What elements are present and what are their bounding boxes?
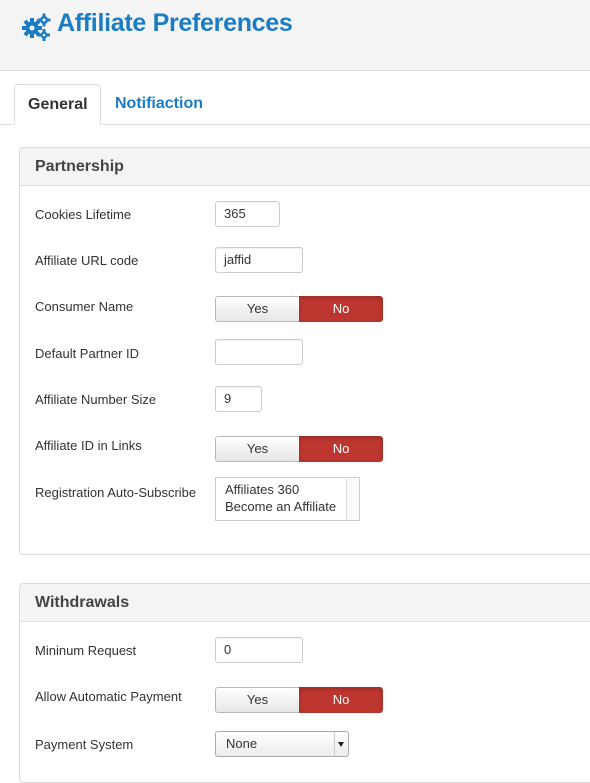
withdrawals-title: Withdrawals [20, 584, 590, 622]
withdrawals-panel: Withdrawals Mininum Request 0 Allow Auto… [19, 583, 590, 783]
registration-auto-subscribe-listbox[interactable]: Affiliates 360 Become an Affiliate [215, 477, 360, 521]
partnership-title: Partnership [20, 148, 590, 186]
minimum-request-label: Mininum Request [35, 643, 137, 658]
allow-automatic-payment-no-button[interactable]: No [299, 687, 383, 713]
registration-auto-subscribe-label: Registration Auto-Subscribe [35, 485, 197, 500]
payment-system-label: Payment System [35, 737, 134, 752]
page-header: Affiliate Preferences [0, 0, 590, 71]
default-partner-id-input[interactable] [215, 339, 303, 365]
affiliate-url-code-input[interactable]: jaffid [215, 247, 303, 273]
cookies-lifetime-label: Cookies Lifetime [35, 207, 132, 222]
allow-automatic-payment-yes-button[interactable]: Yes [215, 687, 299, 713]
affiliate-id-in-links-no-button[interactable]: No [299, 436, 383, 462]
allow-automatic-payment-toggle: Yes No [215, 687, 383, 713]
payment-system-select[interactable]: None [215, 731, 349, 757]
payment-system-value: None [226, 736, 258, 751]
affiliate-number-size-label: Affiliate Number Size [35, 392, 157, 407]
tab-general[interactable]: General [14, 84, 101, 125]
affiliate-id-in-links-toggle: Yes No [215, 436, 383, 462]
affiliate-id-in-links-yes-button[interactable]: Yes [215, 436, 299, 462]
affiliate-id-in-links-label: Affiliate ID in Links [35, 438, 142, 453]
partnership-panel: Partnership Cookies Lifetime 365 Affilia… [19, 147, 590, 555]
list-option[interactable]: Affiliates 360 [216, 481, 359, 498]
minimum-request-input[interactable]: 0 [215, 637, 303, 663]
gears-icon [22, 13, 51, 41]
page-title: Affiliate Preferences [57, 9, 293, 37]
allow-automatic-payment-label: Allow Automatic Payment [35, 689, 182, 704]
consumer-name-toggle: Yes No [215, 296, 383, 322]
cookies-lifetime-input[interactable]: 365 [215, 201, 280, 227]
chevron-down-icon[interactable] [334, 732, 348, 756]
tab-bar: General Notifiaction [0, 84, 590, 125]
affiliate-number-size-input[interactable]: 9 [215, 386, 262, 412]
listbox-scrollbar[interactable] [346, 478, 359, 520]
consumer-name-yes-button[interactable]: Yes [215, 296, 299, 322]
consumer-name-no-button[interactable]: No [299, 296, 383, 322]
consumer-name-label: Consumer Name [35, 299, 134, 314]
default-partner-id-label: Default Partner ID [35, 346, 140, 361]
tab-notification[interactable]: Notifiaction [102, 84, 216, 123]
affiliate-url-code-label: Affiliate URL code [35, 253, 139, 268]
list-option[interactable]: Become an Affiliate [216, 498, 359, 515]
